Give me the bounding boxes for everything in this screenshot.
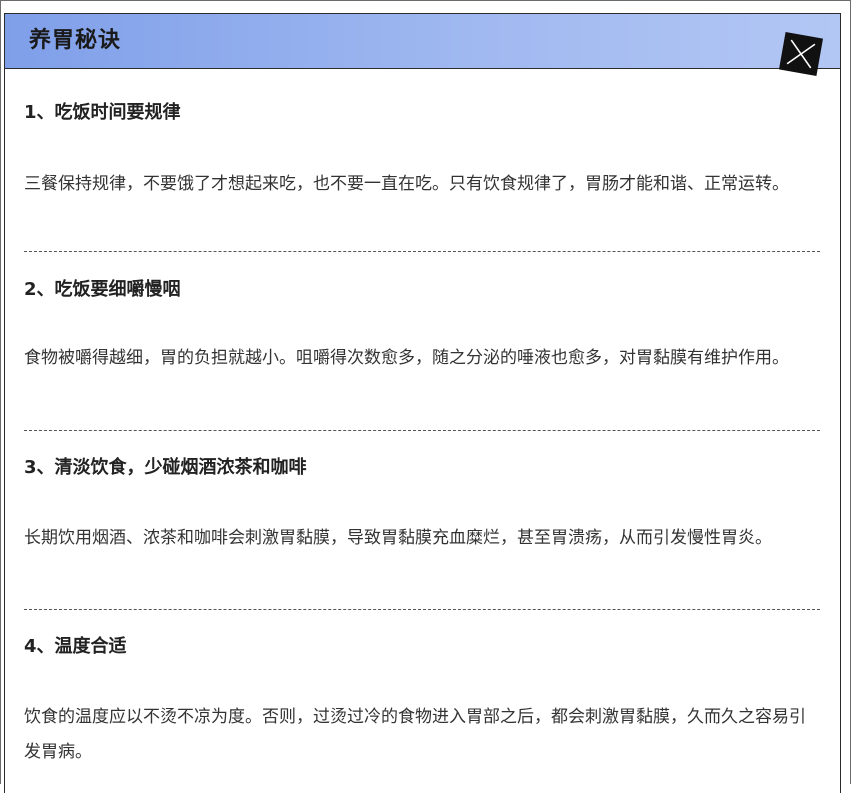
tips-card: 养胃秘诀 [4,13,841,793]
close-button[interactable] [778,31,824,77]
tip-body: 食物被嚼得越细，胃的负担就越小。咀嚼得次数愈多，随之分泌的唾液也愈多，对胃黏膜有… [24,348,789,368]
tip-body: 长期饮用烟酒、浓茶和咖啡会刺激胃黏膜，导致胃黏膜充血糜烂，甚至胃溃疡，从而引发慢… [24,528,772,548]
close-x-icon [786,39,816,69]
card-header: 养胃秘诀 [5,14,840,69]
dashed-divider [24,251,820,252]
tip-body: 三餐保持规律，不要饿了才想起来吃，也不要一直在吃。只有饮食规律了，胃肠才能和谐、… [24,174,789,194]
dashed-divider [24,430,820,431]
card-title: 养胃秘诀 [29,28,122,53]
tip-body: 饮食的温度应以不烫不凉为度。否则，过烫过冷的食物进入胃部之后，都会刺激胃黏膜，久… [24,707,806,762]
tip-heading: 4、温度合适 [24,636,127,657]
tip-heading: 2、吃饭要细嚼慢咽 [24,279,181,300]
tip-heading: 1、吃饭时间要规律 [24,102,181,123]
dashed-divider [24,609,820,610]
tip-heading: 3、清淡饮食，少碰烟酒浓茶和咖啡 [24,457,307,478]
